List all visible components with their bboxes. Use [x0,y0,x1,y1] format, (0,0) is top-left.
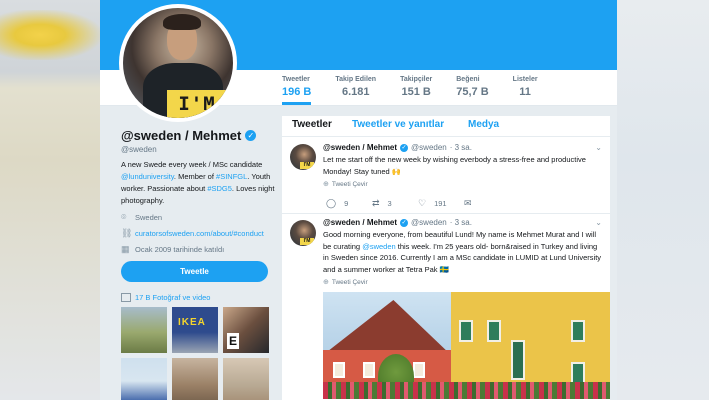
profile-avatar[interactable]: I'M [119,4,237,122]
chevron-down-icon[interactable]: ⌄ [595,143,602,152]
tweet-photo[interactable] [323,292,610,399]
stat-value: 75,7 B [456,86,489,98]
tweet-header: @sweden / Mehmet ✓ @sweden · 3 sa. [323,143,472,152]
reply-count: 9 [344,199,349,208]
tweet-header: @sweden / Mehmet ✓ @sweden · 3 sa. [323,218,472,227]
tab-media[interactable]: Medya [468,119,499,130]
tweet-button[interactable]: Tweetle [121,261,268,282]
tweet-actions: ◯ 9 ⇄ 3 ♡ 191 ✉ [326,198,484,209]
photo-icon [121,293,131,302]
tweet-author-name[interactable]: @sweden / Mehmet [323,218,397,227]
translate-label: Tweeti Çevir [331,180,368,188]
tweet-avatar[interactable]: I'M [290,220,316,246]
bio-text: A new Swede every week / MSc candidate [121,160,263,169]
like-button[interactable]: ♡ 191 [418,198,464,209]
translate-tweet-link[interactable]: ⊕ Tweeti Çevir [323,278,368,287]
stat-lists[interactable]: Listeler 11 [513,76,538,98]
profile-name-row: @sweden / Mehmet ✓ [121,128,257,143]
tweet-time[interactable]: · 3 sa. [450,143,472,152]
tab-tweets[interactable]: Tweetler [292,119,332,130]
translate-tweet-link[interactable]: ⊕ Tweeti Çevir [323,180,368,189]
background-left-blur [0,0,100,400]
joined-text: Ocak 2009 tarihinde katıldı [135,244,225,254]
tweet-avatar[interactable]: I'M [290,144,316,170]
bio-hashtag-sdg5[interactable]: #SDG5 [207,184,232,193]
bio-text: . Member of [173,172,217,181]
profile-bio: A new Swede every week / MSc candidate @… [121,159,281,207]
profile-joined: ▦ Ocak 2009 tarihinde katıldı [121,244,224,254]
retweet-button[interactable]: ⇄ 3 [372,198,418,209]
stat-tweets[interactable]: Tweetler 196 B [282,76,312,105]
translate-label: Tweeti Çevir [331,278,368,286]
link-icon: ⛓ [121,228,133,238]
reply-button[interactable]: ◯ 9 [326,198,372,209]
stat-value: 151 B [401,86,431,98]
media-thumbnail[interactable] [172,358,218,400]
tab-tweets-replies[interactable]: Tweetler ve yanıtlar [352,119,444,130]
verified-badge-icon: ✓ [400,218,409,227]
stat-followers[interactable]: Takipçiler 151 B [400,76,432,98]
tweet-author-handle[interactable]: @sweden [411,218,447,227]
tweet-item[interactable]: I'M @sweden / Mehmet ✓ @sweden · 3 sa. ⌄… [282,213,610,400]
tweet-item[interactable]: I'M @sweden / Mehmet ✓ @sweden · 3 sa. ⌄… [282,136,610,213]
stat-value: 6.181 [341,86,370,98]
tweet-time[interactable]: · 3 sa. [450,218,472,227]
bio-link-lunduniversity[interactable]: @lunduniversity [121,172,174,181]
stat-label: Takip Edilen [335,76,377,83]
media-thumbnail[interactable]: E [223,307,269,353]
retweet-count: 3 [387,199,392,208]
chevron-down-icon[interactable]: ⌄ [595,218,602,227]
stat-label: Takipçiler [400,76,433,83]
tweet-mention-link[interactable]: @sweden [362,242,395,251]
bio-hashtag-sinfgl[interactable]: #SINFGL [216,172,247,181]
media-thumbnail[interactable] [121,307,167,353]
stat-label: Listeler [512,76,538,83]
website-link[interactable]: curatorsofsweden.com/about/#conduct [135,229,264,238]
tweet-author-handle[interactable]: @sweden [411,143,447,152]
media-thumbnail[interactable] [121,358,167,400]
calendar-icon: ▦ [121,244,130,254]
avatar-image: I'M [123,8,233,118]
envelope-icon: ✉ [464,198,472,208]
profile-stats: Tweetler 196 B Takip Edilen 6.181 Takipç… [282,76,562,105]
media-thumbnail[interactable]: IKEA [172,307,218,353]
media-thumbnail[interactable] [223,358,269,400]
stat-likes[interactable]: Beğeni 75,7 B [456,76,488,98]
avatar-badge-text: I'M [167,90,227,118]
profile-display-name[interactable]: @sweden / Mehmet [121,128,241,143]
profile-location: ⌾ Sweden [121,212,162,222]
stat-following[interactable]: Takip Edilen 6.181 [335,76,376,98]
photos-videos-link[interactable]: 17 B Fotoğraf ve video [121,293,210,302]
reply-icon: ◯ [326,198,337,208]
direct-message-button[interactable]: ✉ [464,198,484,209]
globe-icon: ⊕ [323,181,329,188]
profile-handle[interactable]: @sweden [121,145,157,154]
profile-website: ⛓ curatorsofsweden.com/about/#conduct [121,228,264,238]
stat-label: Beğeni [456,76,480,83]
retweet-icon: ⇄ [372,198,380,208]
location-pin-icon: ⌾ [121,212,127,222]
tweet-text: Let me start off the new week by wishing… [323,155,586,176]
location-text: Sweden [135,212,163,222]
tweet-author-name[interactable]: @sweden / Mehmet [323,143,397,152]
heart-icon: ♡ [418,198,427,208]
profile-sidebar: @sweden / Mehmet ✓ @sweden A new Swede e… [100,106,280,400]
stat-value: 196 B [282,86,312,98]
verified-badge-icon: ✓ [245,130,257,141]
timeline: I'M @sweden / Mehmet ✓ @sweden · 3 sa. ⌄… [282,136,610,400]
tweet-text: Good morning everyone, from beautiful Lu… [323,229,605,275]
background-right-blur [617,0,709,400]
timeline-tabs: Tweetler Tweetler ve yanıtlar Medya [282,116,610,136]
stat-label: Tweetler [282,76,310,83]
photos-videos-label: 17 B Fotoğraf ve video [135,293,211,302]
verified-badge-icon: ✓ [400,143,409,152]
globe-icon: ⊕ [323,279,329,286]
stat-value: 11 [519,86,531,98]
like-count: 191 [434,199,447,208]
